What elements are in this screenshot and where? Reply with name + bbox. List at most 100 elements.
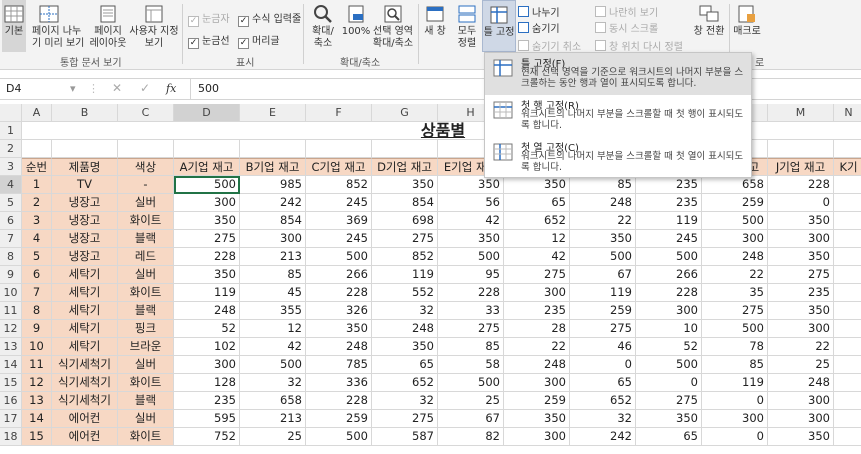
table-cell[interactable]: 266 <box>636 266 702 284</box>
table-cell[interactable] <box>834 284 861 302</box>
table-cell[interactable]: 500 <box>702 212 768 230</box>
table-cell[interactable]: 8 <box>22 302 52 320</box>
column-header[interactable]: E <box>240 104 306 122</box>
table-cell[interactable]: 213 <box>240 410 306 428</box>
table-cell[interactable]: 28 <box>504 320 570 338</box>
select-all-corner[interactable] <box>0 104 22 122</box>
cell[interactable] <box>768 140 834 158</box>
table-cell[interactable]: 식기세척기 <box>52 374 118 392</box>
table-cell[interactable]: 355 <box>240 302 306 320</box>
table-cell[interactable]: 세탁기 <box>52 338 118 356</box>
table-cell[interactable] <box>834 194 861 212</box>
table-cell[interactable]: 85 <box>702 356 768 374</box>
cell[interactable] <box>174 140 240 158</box>
table-cell[interactable]: 25 <box>768 356 834 374</box>
table-cell[interactable]: 58 <box>438 356 504 374</box>
table-cell[interactable]: 595 <box>174 410 240 428</box>
table-cell[interactable]: 350 <box>372 338 438 356</box>
table-cell[interactable]: 854 <box>240 212 306 230</box>
table-cell[interactable]: 266 <box>306 266 372 284</box>
row-header[interactable]: 9 <box>0 266 22 284</box>
table-cell[interactable]: 냉장고 <box>52 194 118 212</box>
column-header[interactable]: F <box>306 104 372 122</box>
table-cell[interactable]: 228 <box>306 392 372 410</box>
column-header[interactable]: N <box>834 104 861 122</box>
table-cell[interactable] <box>834 338 861 356</box>
freeze-panes-button[interactable]: 틀 고정 <box>482 0 516 52</box>
synchronous-scrolling-button[interactable]: 동시 스크롤 <box>595 20 658 35</box>
table-cell[interactable] <box>834 428 861 446</box>
table-cell[interactable]: 500 <box>306 428 372 446</box>
table-cell[interactable]: 25 <box>438 392 504 410</box>
column-header[interactable]: A <box>22 104 52 122</box>
table-cell[interactable]: 22 <box>768 338 834 356</box>
table-cell[interactable]: 32 <box>372 392 438 410</box>
reset-window-position-button[interactable]: 창 위치 다시 정렬 <box>595 38 683 53</box>
table-cell[interactable]: 레드 <box>118 248 174 266</box>
table-cell[interactable]: 화이트 <box>118 212 174 230</box>
table-cell[interactable]: 0 <box>702 428 768 446</box>
table-cell[interactable]: 326 <box>306 302 372 320</box>
table-cell[interactable]: 2 <box>22 194 52 212</box>
row-header[interactable]: 15 <box>0 374 22 392</box>
table-cell[interactable]: 300 <box>702 410 768 428</box>
row-header[interactable]: 8 <box>0 248 22 266</box>
table-cell[interactable]: 냉장고 <box>52 248 118 266</box>
table-cell[interactable]: 119 <box>636 212 702 230</box>
table-cell[interactable]: 852 <box>306 176 372 194</box>
table-cell[interactable]: 95 <box>438 266 504 284</box>
table-cell[interactable]: 실버 <box>118 194 174 212</box>
table-cell[interactable]: 핑크 <box>118 320 174 338</box>
column-header[interactable]: M <box>768 104 834 122</box>
table-cell[interactable]: 세탁기 <box>52 302 118 320</box>
table-cell[interactable]: 228 <box>174 248 240 266</box>
normal-view-button[interactable]: 기본 <box>2 0 26 52</box>
row-header[interactable]: 14 <box>0 356 22 374</box>
table-cell[interactable]: 에어컨 <box>52 428 118 446</box>
table-cell[interactable]: 12 <box>504 230 570 248</box>
table-cell[interactable]: 228 <box>306 284 372 302</box>
table-cell[interactable]: 350 <box>636 410 702 428</box>
table-cell[interactable]: 0 <box>636 374 702 392</box>
page-layout-button[interactable]: 페이지 레이아웃 <box>88 0 128 52</box>
table-cell[interactable]: 10 <box>22 338 52 356</box>
table-cell[interactable]: 336 <box>306 374 372 392</box>
table-cell[interactable]: 350 <box>504 176 570 194</box>
table-cell[interactable]: 6 <box>22 266 52 284</box>
table-cell[interactable]: 248 <box>702 248 768 266</box>
table-cell[interactable]: 에어컨 <box>52 410 118 428</box>
table-cell[interactable]: 275 <box>702 302 768 320</box>
column-header[interactable]: B <box>52 104 118 122</box>
table-cell[interactable]: 65 <box>570 374 636 392</box>
table-cell[interactable]: 752 <box>174 428 240 446</box>
table-cell[interactable]: 실버 <box>118 356 174 374</box>
table-cell[interactable]: 화이트 <box>118 374 174 392</box>
table-cell[interactable]: 500 <box>702 320 768 338</box>
table-cell[interactable]: 500 <box>636 356 702 374</box>
table-cell[interactable]: 300 <box>636 302 702 320</box>
column-title-cell[interactable]: 제품명 <box>52 158 118 176</box>
table-cell[interactable]: 235 <box>636 176 702 194</box>
table-cell[interactable]: 500 <box>438 248 504 266</box>
table-cell[interactable]: 300 <box>174 356 240 374</box>
table-cell[interactable]: 13 <box>22 392 52 410</box>
table-cell[interactable]: 369 <box>306 212 372 230</box>
table-cell[interactable]: 식기세척기 <box>52 356 118 374</box>
cell[interactable] <box>118 140 174 158</box>
table-cell[interactable] <box>834 392 861 410</box>
table-cell[interactable]: 852 <box>372 248 438 266</box>
table-cell[interactable]: 0 <box>768 194 834 212</box>
column-header[interactable]: G <box>372 104 438 122</box>
table-cell[interactable]: 275 <box>174 230 240 248</box>
table-cell[interactable]: 235 <box>504 302 570 320</box>
freeze-first-column-menu-item[interactable]: 첫 열 고정(C) 워크시트의 나머지 부분을 스크롤할 때 첫 열이 표시되도… <box>485 137 751 177</box>
arrange-all-button[interactable]: 모두 정렬 <box>452 0 482 52</box>
column-header[interactable]: D <box>174 104 240 122</box>
table-cell[interactable]: 12 <box>22 374 52 392</box>
table-cell[interactable] <box>834 212 861 230</box>
row-header[interactable]: 11 <box>0 302 22 320</box>
table-cell[interactable]: 235 <box>174 392 240 410</box>
table-cell[interactable]: 세탁기 <box>52 266 118 284</box>
table-cell[interactable] <box>834 176 861 194</box>
column-title-cell[interactable]: B기업 재고 <box>240 158 306 176</box>
